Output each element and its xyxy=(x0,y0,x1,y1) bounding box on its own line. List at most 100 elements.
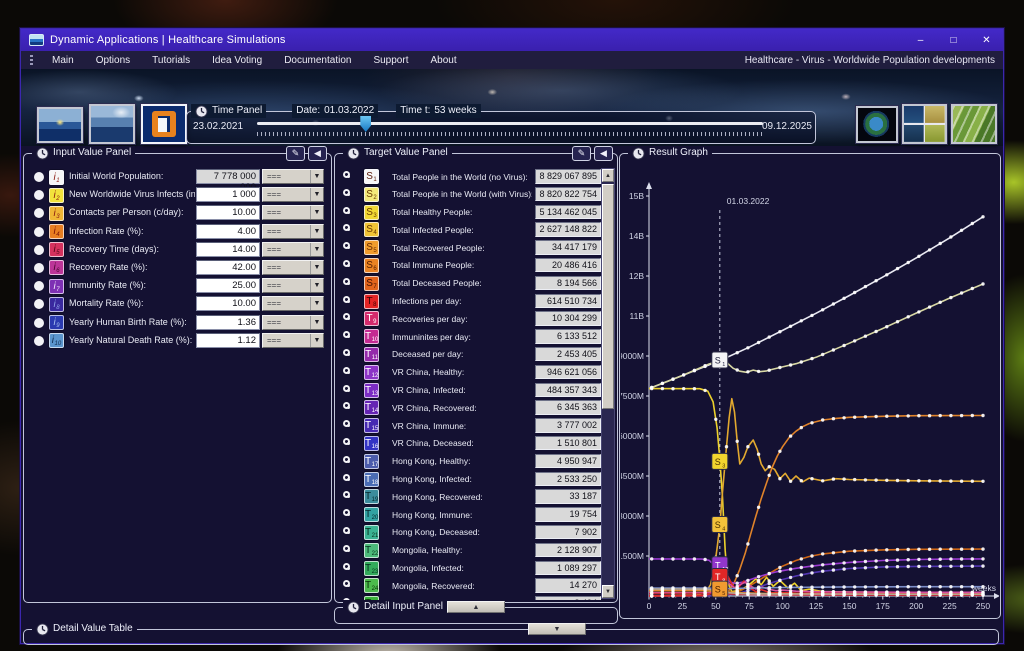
edit-pencil-button[interactable]: ✎ xyxy=(572,146,591,161)
target-radio[interactable] xyxy=(343,563,350,570)
target-radio[interactable] xyxy=(343,385,350,392)
target-radio[interactable] xyxy=(343,296,350,303)
input-mode-dropdown[interactable]: ===▼ xyxy=(262,169,324,184)
time-slider-track[interactable] xyxy=(257,122,763,125)
expand-up-button[interactable]: ▲ xyxy=(447,601,505,613)
chevron-down-icon[interactable]: ▼ xyxy=(310,188,323,201)
target-radio[interactable] xyxy=(343,260,350,267)
target-radio[interactable] xyxy=(343,331,350,338)
collapse-left-button[interactable]: ◀ xyxy=(308,146,327,161)
minimize-button[interactable]: – xyxy=(904,29,937,51)
input-radio[interactable] xyxy=(34,263,44,273)
input-value-field[interactable]: 25.00 xyxy=(196,278,260,293)
input-value-field[interactable]: 14.00 xyxy=(196,242,260,257)
target-radio[interactable] xyxy=(343,313,350,320)
time-panel: Time Panel Date: 01.03.2022 Time t: 53 w… xyxy=(186,111,816,144)
input-radio[interactable] xyxy=(34,208,44,218)
series-steelblue-line xyxy=(649,587,983,589)
input-value-field[interactable]: 4.00 xyxy=(196,224,260,239)
menu-item-about[interactable]: About xyxy=(419,51,467,69)
chevron-down-icon[interactable]: ▼ xyxy=(310,297,323,310)
chevron-down-icon[interactable]: ▼ xyxy=(310,170,323,183)
target-radio[interactable] xyxy=(343,509,350,516)
input-value-field[interactable]: 1.36 xyxy=(196,315,260,330)
input-radio[interactable] xyxy=(34,281,44,291)
chevron-down-icon[interactable]: ▼ xyxy=(310,334,323,347)
input-radio[interactable] xyxy=(34,336,44,346)
menu-item-support[interactable]: Support xyxy=(362,51,419,69)
chevron-down-icon[interactable]: ▼ xyxy=(310,261,323,274)
chevron-down-icon[interactable]: ▼ xyxy=(310,279,323,292)
date-value: 01.03.2022 xyxy=(324,104,374,118)
edit-pencil-button[interactable]: ✎ xyxy=(286,146,305,161)
input-value-field[interactable]: 10.00 xyxy=(196,205,260,220)
scrollbar-thumb[interactable] xyxy=(602,184,614,409)
expand-down-button[interactable]: ▼ xyxy=(528,623,586,635)
target-radio[interactable] xyxy=(343,189,350,196)
target-value-field: 1 089 297 xyxy=(535,561,601,576)
thumbnail-ocean[interactable] xyxy=(37,107,83,143)
target-radio[interactable] xyxy=(343,242,350,249)
chevron-down-icon[interactable]: ▼ xyxy=(310,206,323,219)
input-radio[interactable] xyxy=(34,318,44,328)
close-button[interactable]: ✕ xyxy=(970,29,1003,51)
target-radio[interactable] xyxy=(343,527,350,534)
scroll-down-icon[interactable]: ▼ xyxy=(602,585,614,598)
input-mode-dropdown[interactable]: ===▼ xyxy=(262,224,324,239)
input-mode-dropdown[interactable]: ===▼ xyxy=(262,278,324,293)
menu-item-tutorials[interactable]: Tutorials xyxy=(141,51,201,69)
time-label: Time t: xyxy=(400,104,430,118)
input-value-field[interactable]: 10.00 xyxy=(196,296,260,311)
input-value-field[interactable]: 1 000 xyxy=(196,187,260,202)
target-radio[interactable] xyxy=(343,491,350,498)
menu-item-main[interactable]: Main xyxy=(41,51,85,69)
target-radio[interactable] xyxy=(343,545,350,552)
input-mode-dropdown[interactable]: ===▼ xyxy=(262,333,324,348)
target-row-list: S1Total People in the World (no Virus):8… xyxy=(336,168,601,600)
thumbnail-sea[interactable] xyxy=(89,104,135,144)
chevron-down-icon[interactable]: ▼ xyxy=(310,316,323,329)
scroll-up-icon[interactable]: ▲ xyxy=(602,169,614,182)
menu-item-documentation[interactable]: Documentation xyxy=(273,51,362,69)
target-radio[interactable] xyxy=(343,456,350,463)
thumbnail-grid[interactable] xyxy=(902,104,947,144)
target-radio[interactable] xyxy=(343,580,350,587)
input-mode-dropdown[interactable]: ===▼ xyxy=(262,260,324,275)
input-mode-dropdown[interactable]: ===▼ xyxy=(262,205,324,220)
input-radio[interactable] xyxy=(34,245,44,255)
input-value-field[interactable]: 1.12 xyxy=(196,333,260,348)
target-value-field: 2 453 405 xyxy=(535,347,601,362)
thumbnail-building[interactable] xyxy=(951,104,997,144)
svg-text:75: 75 xyxy=(744,601,754,611)
chevron-down-icon[interactable]: ▼ xyxy=(310,243,323,256)
target-radio[interactable] xyxy=(343,349,350,356)
thumbnail-logo-selected[interactable] xyxy=(141,104,187,144)
collapse-left-button[interactable]: ◀ xyxy=(594,146,613,161)
maximize-button[interactable]: □ xyxy=(937,29,970,51)
input-radio[interactable] xyxy=(34,172,44,182)
scrollbar[interactable]: ▲ ▼ xyxy=(601,168,615,599)
target-radio[interactable] xyxy=(343,420,350,427)
target-radio[interactable] xyxy=(343,474,350,481)
input-value-field[interactable]: 7 778 000 000 xyxy=(196,169,260,184)
target-radio[interactable] xyxy=(343,207,350,214)
menu-item-idea-voting[interactable]: Idea Voting xyxy=(201,51,273,69)
input-radio[interactable] xyxy=(34,227,44,237)
target-radio[interactable] xyxy=(343,278,350,285)
time-slider-thumb[interactable] xyxy=(360,116,371,132)
input-radio[interactable] xyxy=(34,190,44,200)
chevron-down-icon[interactable]: ▼ xyxy=(310,225,323,238)
thumbnail-earth[interactable] xyxy=(856,106,898,143)
menu-item-options[interactable]: Options xyxy=(85,51,141,69)
target-radio[interactable] xyxy=(343,171,350,178)
input-value-field[interactable]: 42.00 xyxy=(196,260,260,275)
target-radio[interactable] xyxy=(343,402,350,409)
input-mode-dropdown[interactable]: ===▼ xyxy=(262,315,324,330)
input-radio[interactable] xyxy=(34,299,44,309)
input-mode-dropdown[interactable]: ===▼ xyxy=(262,187,324,202)
input-mode-dropdown[interactable]: ===▼ xyxy=(262,296,324,311)
input-mode-dropdown[interactable]: ===▼ xyxy=(262,242,324,257)
target-radio[interactable] xyxy=(343,224,350,231)
target-radio[interactable] xyxy=(343,367,350,374)
target-radio[interactable] xyxy=(343,438,350,445)
